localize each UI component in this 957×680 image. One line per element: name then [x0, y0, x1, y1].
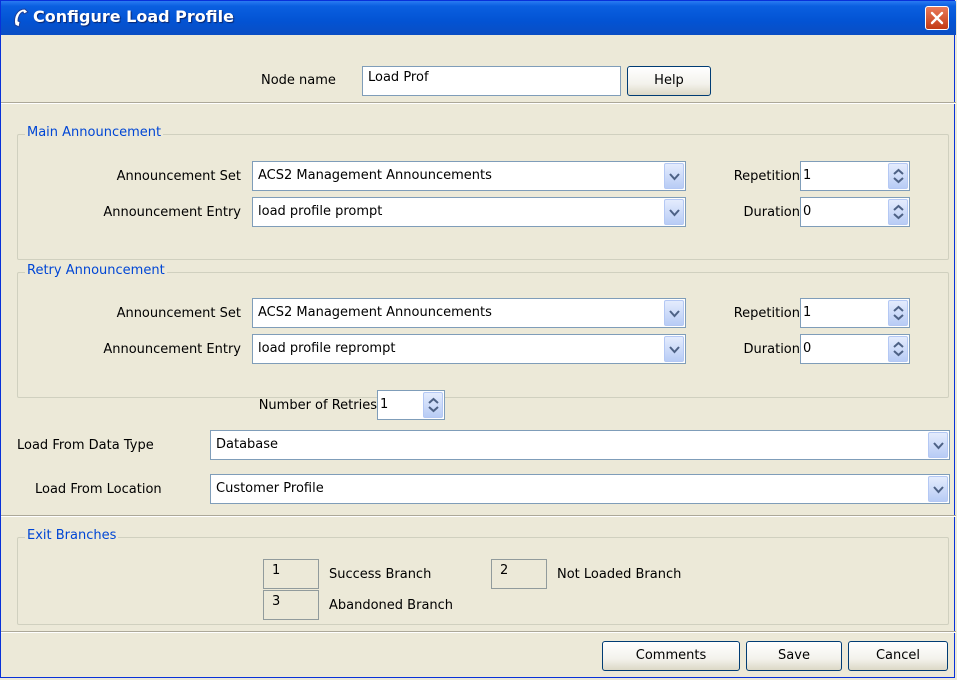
spinner-arrows-icon[interactable] [423, 392, 443, 418]
branch-number: 1 [272, 563, 281, 578]
main-duration-spinner[interactable]: 0 [800, 197, 910, 227]
data-type-label: Load From Data Type [17, 438, 154, 453]
retry-announcement-entry-select[interactable]: load profile reprompt [252, 334, 686, 364]
main-set-label: Announcement Set [116, 169, 241, 184]
title-bar[interactable]: Configure Load Profile [1, 1, 956, 35]
retries-spinner[interactable]: 1 [377, 390, 445, 420]
branch-number-box: 2 [491, 559, 547, 589]
branch-label: Success Branch [329, 567, 432, 582]
data-type-select[interactable]: Database [210, 430, 950, 460]
chevron-down-icon[interactable] [664, 163, 684, 189]
spinner-arrows-icon[interactable] [888, 300, 908, 326]
retry-repetition-spinner[interactable]: 1 [800, 298, 910, 328]
retry-set-value: ACS2 Management Announcements [258, 305, 492, 320]
branch-label: Not Loaded Branch [557, 567, 682, 582]
phone-handset-icon [11, 7, 31, 29]
main-repetition-value: 1 [803, 168, 812, 183]
comments-button[interactable]: Comments [602, 641, 740, 671]
separator [1, 102, 956, 104]
close-icon [930, 11, 944, 25]
retry-repetition-label: Repetition [733, 306, 800, 321]
main-duration-label: Duration [743, 205, 800, 220]
chevron-down-icon[interactable] [664, 336, 684, 362]
location-select[interactable]: Customer Profile [210, 474, 950, 504]
retries-label: Number of Retries [258, 398, 377, 413]
retry-duration-spinner[interactable]: 0 [800, 334, 910, 364]
close-button[interactable] [925, 6, 949, 30]
chevron-down-icon[interactable] [664, 199, 684, 225]
spinner-arrows-icon[interactable] [888, 199, 908, 225]
node-name-value: Load Prof [368, 70, 429, 85]
chevron-down-icon[interactable] [928, 432, 948, 458]
retry-announcement-legend: Retry Announcement [25, 263, 167, 278]
retry-repetition-value: 1 [803, 305, 812, 320]
retry-set-label: Announcement Set [116, 306, 241, 321]
location-value: Customer Profile [216, 481, 324, 496]
branch-number-box: 3 [263, 590, 319, 620]
main-entry-label: Announcement Entry [103, 205, 241, 220]
exit-branches-group [17, 537, 949, 625]
help-button[interactable]: Help [627, 66, 711, 96]
spinner-arrows-icon[interactable] [888, 336, 908, 362]
branch-number-box: 1 [263, 559, 319, 589]
node-name-input[interactable]: Load Prof [362, 66, 621, 96]
main-repetition-spinner[interactable]: 1 [800, 161, 910, 191]
retry-duration-label: Duration [743, 342, 800, 357]
exit-branches-legend: Exit Branches [25, 528, 119, 543]
retry-duration-value: 0 [803, 341, 812, 356]
main-repetition-label: Repetition [733, 169, 800, 184]
main-duration-value: 0 [803, 204, 812, 219]
spinner-arrows-icon[interactable] [888, 163, 908, 189]
main-announcement-legend: Main Announcement [25, 125, 164, 140]
dialog-window: Configure Load Profile Node name Load Pr… [0, 0, 956, 678]
chevron-down-icon[interactable] [928, 476, 948, 502]
node-name-label: Node name [261, 73, 336, 88]
retry-entry-label: Announcement Entry [103, 342, 241, 357]
chevron-down-icon[interactable] [664, 300, 684, 326]
retries-value: 1 [380, 397, 389, 412]
branch-number: 2 [500, 563, 509, 578]
main-announcement-entry-select[interactable]: load profile prompt [252, 197, 686, 227]
branch-number: 3 [272, 594, 281, 609]
main-announcement-set-select[interactable]: ACS2 Management Announcements [252, 161, 686, 191]
separator [1, 515, 956, 517]
data-type-value: Database [216, 437, 279, 452]
window-title: Configure Load Profile [33, 7, 234, 26]
retry-entry-value: load profile reprompt [258, 341, 396, 356]
retry-announcement-set-select[interactable]: ACS2 Management Announcements [252, 298, 686, 328]
separator [1, 631, 956, 633]
cancel-button[interactable]: Cancel [848, 641, 948, 671]
main-entry-value: load profile prompt [258, 204, 383, 219]
branch-label: Abandoned Branch [329, 598, 454, 613]
location-label: Load From Location [35, 482, 162, 497]
save-button[interactable]: Save [746, 641, 842, 671]
main-set-value: ACS2 Management Announcements [258, 168, 492, 183]
